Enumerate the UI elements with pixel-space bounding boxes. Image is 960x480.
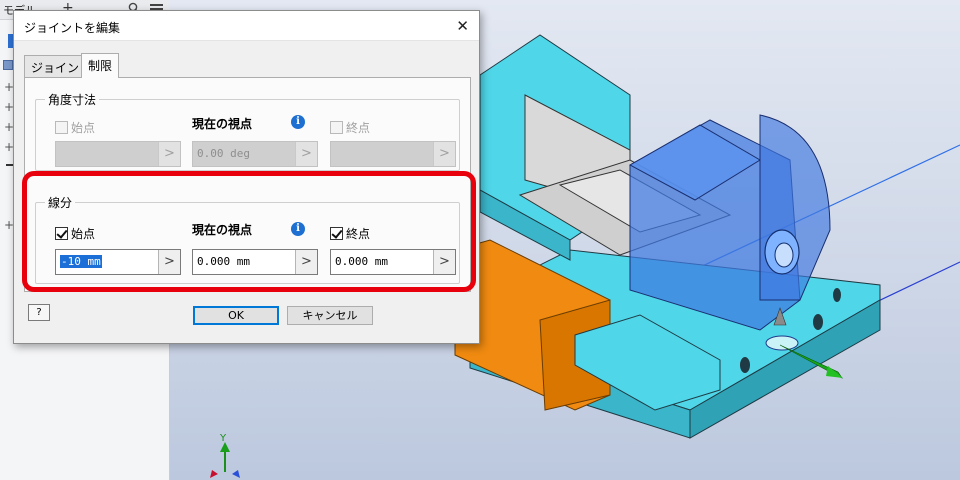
- chevron-right-icon[interactable]: >: [433, 250, 455, 274]
- bore-hole-inner: [774, 242, 794, 268]
- ok-button[interactable]: OK: [193, 306, 279, 325]
- angle-current-label: 現在の視点: [192, 117, 253, 131]
- linear-current-label: 現在の視点: [192, 223, 253, 237]
- base-hole: [740, 357, 750, 373]
- tab-limits-label: 制限: [88, 59, 113, 73]
- dialog-title: ジョイントを編集: [24, 21, 121, 35]
- assembly-icon: [3, 60, 13, 70]
- angle-group-title: 角度寸法: [45, 91, 100, 108]
- linear-start-value: -10 mm: [60, 255, 102, 268]
- close-icon[interactable]: ✕: [456, 17, 469, 35]
- help-button[interactable]: ?: [28, 304, 50, 321]
- edit-joint-dialog: ジョイントを編集 ✕ ジョイント 制限 角度寸法 始点 現在の視点 i 終点 >…: [13, 10, 480, 344]
- linear-end-value: 0.000 mm: [335, 255, 388, 268]
- chevron-right-icon[interactable]: >: [158, 250, 180, 274]
- linear-start-label: 始点: [71, 227, 96, 241]
- limits-tab-panel: 角度寸法 始点 現在の視点 i 終点 > 0.00 deg > > 線分 始点 …: [24, 77, 471, 292]
- cancel-button[interactable]: キャンセル: [287, 306, 373, 325]
- chevron-right-icon: >: [295, 142, 317, 166]
- angle-start-field: >: [55, 141, 181, 167]
- base-hole: [813, 314, 823, 330]
- angle-current-field: 0.00 deg >: [192, 141, 318, 167]
- angle-start-checkbox-row[interactable]: 始点: [55, 119, 95, 136]
- linear-end-input[interactable]: 0.000 mm >: [330, 249, 456, 275]
- angle-end-label: 終点: [346, 121, 371, 135]
- angle-dimension-group: 角度寸法 始点 現在の視点 i 終点 > 0.00 deg > >: [35, 91, 460, 171]
- linear-start-checkbox-row[interactable]: 始点: [55, 225, 95, 242]
- chevron-right-icon[interactable]: >: [295, 250, 317, 274]
- chevron-right-icon: >: [433, 142, 455, 166]
- angle-start-label: 始点: [71, 121, 96, 135]
- block-arc: [759, 114, 831, 301]
- chevron-right-icon: >: [158, 142, 180, 166]
- joint-glyph: [765, 335, 799, 351]
- angle-end-checkbox-row[interactable]: 終点: [330, 119, 370, 136]
- linear-group-title: 線分: [45, 194, 76, 211]
- base-hole: [833, 288, 841, 302]
- tab-limits[interactable]: 制限: [81, 53, 120, 78]
- angle-end-field: >: [330, 141, 456, 167]
- linear-start-checkbox[interactable]: [55, 227, 68, 240]
- linear-end-checkbox-row[interactable]: 終点: [330, 225, 370, 242]
- linear-group: 線分 始点 現在の視点 i 終点 -10 mm > 0.000 mm > 0.0…: [35, 194, 460, 284]
- linear-end-label: 終点: [346, 227, 371, 241]
- angle-current-value: 0.00 deg: [197, 147, 250, 160]
- triad-y-label: Y: [220, 433, 227, 444]
- linear-current-input[interactable]: 0.000 mm >: [192, 249, 318, 275]
- info-icon[interactable]: i: [291, 222, 305, 236]
- linear-start-input[interactable]: -10 mm >: [55, 249, 181, 275]
- info-icon[interactable]: i: [291, 115, 305, 129]
- linear-end-checkbox[interactable]: [330, 227, 343, 240]
- linear-current-value: 0.000 mm: [197, 255, 250, 268]
- dialog-titlebar[interactable]: ジョイントを編集 ✕: [14, 11, 479, 41]
- angle-end-checkbox[interactable]: [330, 121, 343, 134]
- joint-direction-head: [826, 366, 843, 378]
- angle-start-checkbox[interactable]: [55, 121, 68, 134]
